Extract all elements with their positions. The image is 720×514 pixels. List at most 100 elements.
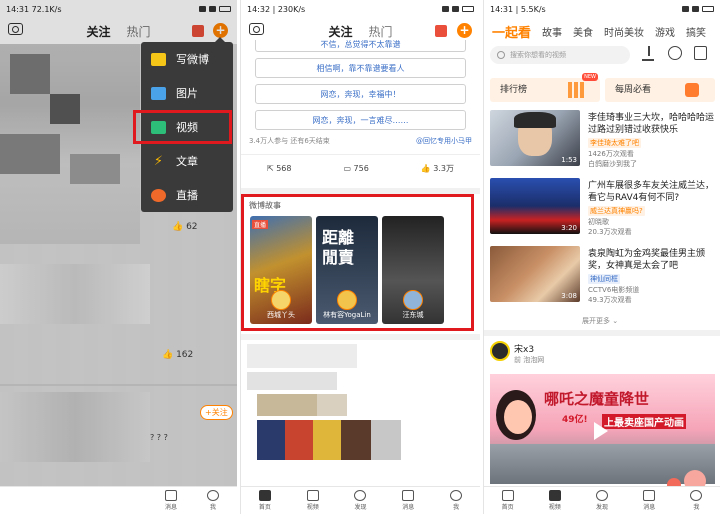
menu-item-compose[interactable]: 写微博: [141, 42, 233, 76]
tab-me[interactable]: 我: [450, 490, 463, 511]
bottom-tabbar: 消息 我: [0, 486, 237, 514]
video-tag[interactable]: 李佳琦太难了吧: [588, 138, 641, 148]
profile-icon: [690, 490, 703, 501]
plus-icon[interactable]: +: [457, 23, 472, 38]
watchlist-icon[interactable]: [694, 46, 707, 60]
screen-video-feed: 14:31 | 5.5K/s 一起看 故事 美食 时尚美妆 游戏 搞笑 搜索你想…: [483, 0, 720, 514]
video-title: 李佳琦事业三大坎，哈哈哈哈运过路过别错过收获快乐: [588, 113, 715, 135]
post-author[interactable]: 宋x3: [514, 342, 534, 355]
status-icons: [682, 6, 714, 12]
status-speed: 230K/s: [277, 4, 306, 14]
highlight-video-box: [133, 110, 232, 144]
poll-option-1[interactable]: 不信，总觉得不太靠谱: [255, 40, 466, 52]
profile-icon: [207, 490, 219, 501]
new-badge: NEW: [582, 73, 598, 81]
blurred-post: [247, 344, 469, 484]
video-views: 20.3万次观看: [588, 228, 632, 236]
video-views: 49.3万次观看: [588, 296, 632, 304]
rank-list-button[interactable]: 排行榜 NEW: [490, 73, 600, 102]
video-item-2[interactable]: 3:20 广州车展很多车友关注威兰达，看它与RAV4有何不同? 威兰达真神赢吗?…: [490, 178, 715, 238]
message-icon: [402, 490, 415, 501]
poster-caption: 上最卖座国产动画: [602, 414, 686, 429]
category-tabs: 一起看 故事 美食 时尚美妆 游戏 搞笑: [484, 18, 720, 44]
video-author: 白鸽磨沙到我了: [588, 160, 637, 168]
tab-home[interactable]: 首页: [501, 490, 514, 511]
poll-option-2[interactable]: 相信啊，靠不靠谱要看人: [255, 58, 466, 78]
video-tag[interactable]: 神仙同框: [588, 274, 620, 284]
weekly-button[interactable]: 每周必看: [605, 78, 715, 102]
tab-me[interactable]: 我: [690, 490, 703, 511]
tab-food[interactable]: 美食: [573, 24, 593, 39]
play-icon[interactable]: [594, 422, 608, 440]
video-views: 1426万次观看: [588, 150, 634, 158]
discover-icon: [596, 490, 608, 501]
tab-messages[interactable]: 消息: [643, 490, 655, 511]
tab-watch-together[interactable]: 一起看: [492, 22, 531, 41]
highlight-story-box: [241, 194, 474, 331]
poll-meta: 3.4万人参与 还有6天结束: [249, 137, 330, 145]
tab-story[interactable]: 故事: [542, 24, 562, 39]
status-speed: 5.5K/s: [520, 4, 546, 14]
bottom-tabbar: 首页 视频 发现 消息 我: [241, 486, 480, 514]
live-icon: [151, 188, 166, 202]
tab-me[interactable]: 我: [207, 490, 219, 511]
poster-title: 哪吒之魔童降世: [544, 390, 650, 408]
like-count-2[interactable]: 👍 162: [162, 350, 193, 360]
tab-discover[interactable]: 发现: [354, 490, 367, 511]
compose-icon: [151, 52, 166, 66]
image-icon: [151, 86, 166, 100]
profile-icon: [450, 490, 463, 501]
tab-games[interactable]: 游戏: [655, 24, 675, 39]
menu-item-live[interactable]: 直播: [141, 178, 233, 212]
menu-item-article[interactable]: ⚡ 文章: [141, 144, 233, 178]
video-icon: [548, 490, 561, 501]
avatar[interactable]: [490, 341, 510, 361]
history-icon[interactable]: [668, 46, 682, 60]
tab-discover[interactable]: 发现: [596, 490, 608, 511]
discover-icon: [354, 490, 367, 501]
tab-video[interactable]: 视频: [306, 490, 319, 511]
video-author: CCTV6电影频道: [588, 286, 640, 294]
comment-emoji-text: ? ? ?: [150, 433, 168, 442]
tab-funny[interactable]: 搞笑: [686, 24, 706, 39]
repost-button[interactable]: ⇱ 568: [267, 164, 292, 173]
menu-item-image[interactable]: 图片: [141, 76, 233, 110]
status-time: 14:32: [247, 4, 271, 14]
tab-home[interactable]: 首页: [258, 490, 271, 511]
tab-hot[interactable]: 热门: [369, 25, 393, 39]
follow-button[interactable]: +关注: [200, 405, 233, 420]
message-icon: [164, 490, 177, 501]
video-item-1[interactable]: 1:53 李佳琦事业三大坎，哈哈哈哈运过路过别错过收获快乐 李佳琦太难了吧 14…: [490, 110, 715, 170]
tab-video[interactable]: 视频: [548, 490, 561, 511]
home-icon: [258, 490, 271, 501]
poll-option-4[interactable]: 网恋，奔现，一言难尽……: [255, 110, 466, 130]
tab-messages[interactable]: 消息: [402, 490, 414, 511]
video-title: 广州车展很多车友关注威兰达，看它与RAV4有何不同?: [588, 181, 715, 203]
video-icon: [306, 490, 319, 501]
poll-option-3[interactable]: 网恋，奔现，幸福中！: [255, 84, 466, 104]
tab-messages[interactable]: 消息: [164, 490, 177, 511]
search-input[interactable]: 搜索你想看的视频: [490, 46, 630, 64]
like-count-1[interactable]: 👍 62: [172, 222, 198, 232]
video-author: 初晓歌: [588, 218, 609, 226]
download-icon[interactable]: [642, 46, 656, 62]
video-item-3[interactable]: 3:08 袁泉陶虹为金鸡奖最佳男主颁奖，女神真是太会了吧 神仙同框 CCTV6电…: [490, 246, 715, 306]
tab-fashion[interactable]: 时尚美妆: [604, 24, 644, 39]
status-icons: [442, 6, 474, 12]
video-tag[interactable]: 威兰达真神赢吗?: [588, 206, 645, 216]
expand-more-button[interactable]: 展开更多 ⌄: [582, 316, 618, 326]
redpacket-icon[interactable]: [435, 25, 447, 37]
bar-chart-icon: [568, 82, 584, 98]
poll-source-link[interactable]: @回忆专用小马甲: [416, 136, 472, 146]
bottom-tabbar: 首页 视频 发现 消息 我: [484, 486, 720, 514]
video-thumbnail: 3:08: [490, 246, 580, 302]
screen-weibo-story: 14:32 | 230K/s 关注 热门 + 不信，总觉得不太靠谱 相信啊，靠不靠…: [240, 0, 480, 514]
like-button[interactable]: 👍 3.3万: [421, 163, 454, 174]
screen-compose-menu: 14:31 72.1K/s 关注 热门 + 👍 62 👍 162 +关注 ? ? …: [0, 0, 237, 514]
calendar-icon: [685, 83, 699, 97]
home-icon: [501, 490, 514, 501]
post-actions: ⇱ 568 ▭ 756 👍 3.3万: [241, 154, 480, 182]
comment-button[interactable]: ▭ 756: [343, 164, 368, 173]
tab-following[interactable]: 关注: [328, 25, 352, 39]
post-image[interactable]: 哪吒之魔童降世 49亿! 上最卖座国产动画: [490, 374, 715, 484]
